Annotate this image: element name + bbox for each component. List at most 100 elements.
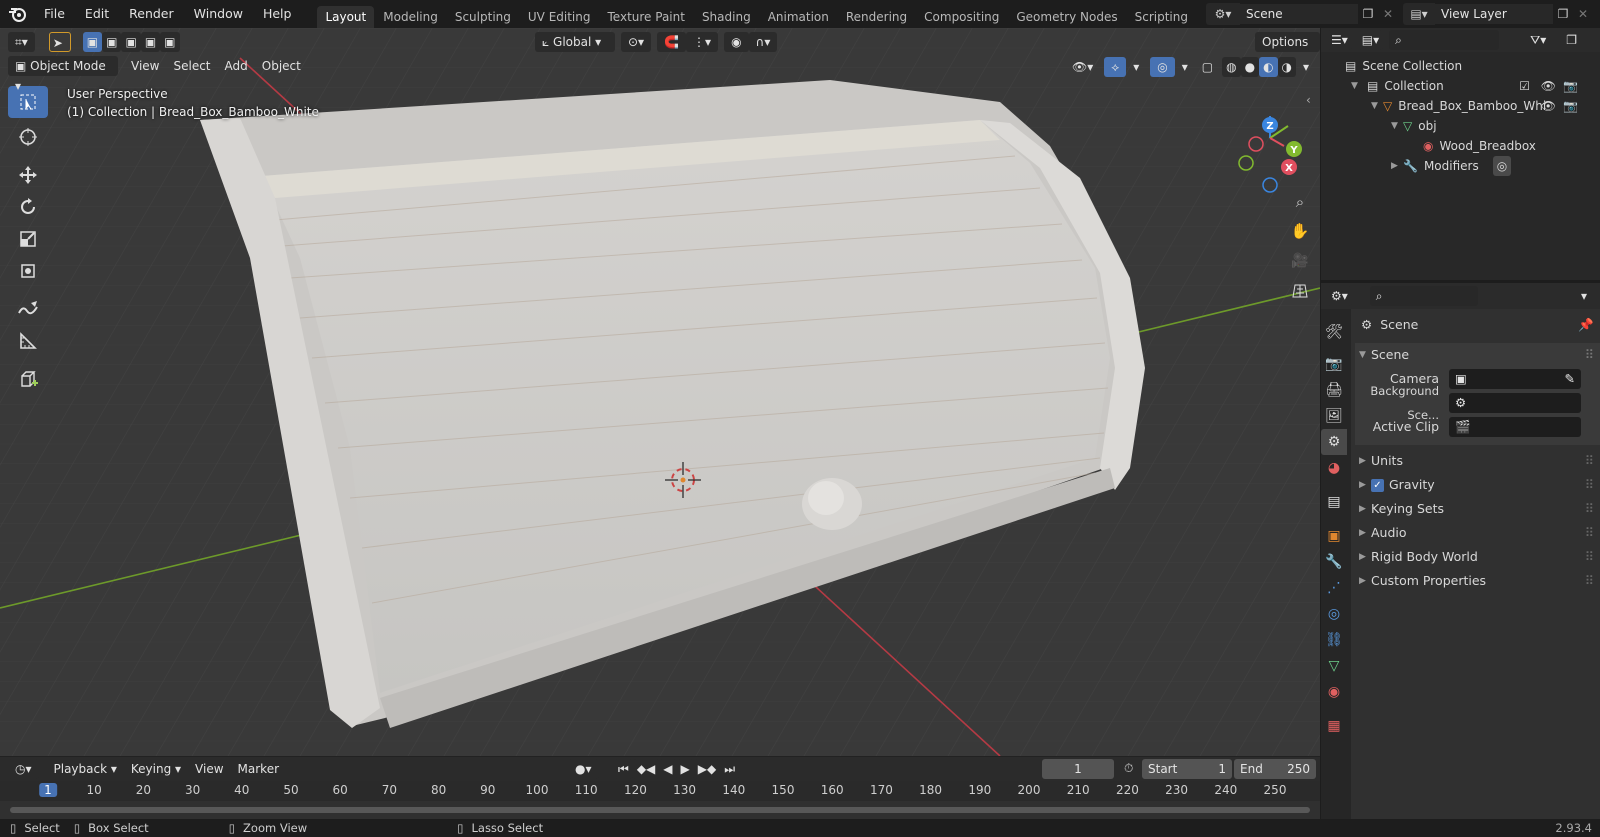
expand-triangle-icon[interactable]: ▶ xyxy=(1359,497,1371,521)
rotate-tool[interactable] xyxy=(8,191,48,223)
scale-tool[interactable] xyxy=(8,223,48,255)
end-frame-field[interactable]: End 250 xyxy=(1234,759,1316,779)
perspective-toggle-icon[interactable] xyxy=(1286,276,1314,306)
custom-properties-panel-header[interactable]: ▶ Custom Properties ⠿ xyxy=(1355,569,1600,593)
expand-triangle-icon[interactable]: ▶ xyxy=(1359,545,1371,569)
view-layer-tab-icon[interactable]: 🖼 xyxy=(1321,403,1347,429)
eyedropper-icon[interactable]: ✎ xyxy=(1565,369,1575,389)
world-tab-icon[interactable]: ◕ xyxy=(1321,455,1347,481)
3d-viewport[interactable]: User Perspective (1) Collection | Bread_… xyxy=(0,28,1320,756)
select-new-icon[interactable]: ▣ xyxy=(82,32,103,52)
active-clip-field[interactable]: 🎬 xyxy=(1449,417,1581,437)
tab-geometry-nodes[interactable]: Geometry Nodes xyxy=(1008,6,1125,28)
outliner-material[interactable]: ◉ Wood_Breadbox xyxy=(1321,136,1600,156)
annotate-tool[interactable] xyxy=(8,293,48,325)
camera-icon[interactable]: 📷 xyxy=(1563,96,1578,116)
overlay-dropdown-icon[interactable]: ▾ xyxy=(1175,57,1195,77)
editor-type-icon[interactable]: ⌗▾ xyxy=(8,32,35,52)
collapse-triangle-icon[interactable]: ▼ xyxy=(1359,343,1371,367)
properties-editor-type-icon[interactable]: ⚙▾ xyxy=(1327,286,1352,306)
menu-timeline-view[interactable]: View xyxy=(188,759,230,779)
tab-layout[interactable]: Layout xyxy=(317,6,375,28)
material-shading-icon[interactable]: ◐ xyxy=(1259,57,1278,77)
move-tool[interactable] xyxy=(8,159,48,191)
menu-help[interactable]: Help xyxy=(253,0,302,28)
menu-playback[interactable]: Playback ▾ xyxy=(47,759,124,779)
current-frame-marker[interactable]: 1 xyxy=(39,783,57,797)
drag-handle-icon[interactable]: ⠿ xyxy=(1585,569,1594,593)
delete-scene-icon[interactable]: ✕ xyxy=(1378,3,1398,25)
menu-render[interactable]: Render xyxy=(119,0,184,28)
solid-shading-icon[interactable]: ● xyxy=(1240,57,1260,77)
drag-handle-icon[interactable]: ⠿ xyxy=(1585,473,1594,497)
expand-triangle-icon[interactable]: ▶ xyxy=(1359,473,1371,497)
visibility-icon[interactable]: 👁▾ xyxy=(1065,57,1100,77)
display-mode-icon[interactable]: ▤▾ xyxy=(1357,30,1384,50)
eye-icon[interactable]: 👁 xyxy=(1541,96,1556,116)
menu-view[interactable]: View xyxy=(124,56,166,76)
modifier-badge-icon[interactable]: ◎ xyxy=(1492,156,1512,176)
rigid-body-world-panel-header[interactable]: ▶ Rigid Body World ⠿ xyxy=(1355,545,1600,569)
timeline-scrollbar[interactable] xyxy=(10,807,1310,813)
constraints-tab-icon[interactable]: ⛓ xyxy=(1321,627,1347,653)
output-tab-icon[interactable]: 🖨 xyxy=(1321,377,1347,403)
play-reverse-icon[interactable]: ◀ xyxy=(659,759,677,779)
jump-end-icon[interactable]: ⏭ xyxy=(720,759,740,779)
select-subtract-icon[interactable]: ▣ xyxy=(121,32,141,52)
tab-sculpting[interactable]: Sculpting xyxy=(447,6,519,28)
timeline-editor-type-icon[interactable]: ◷▾ xyxy=(8,759,39,779)
menu-keying[interactable]: Keying ▾ xyxy=(124,759,188,779)
keying-sets-panel-header[interactable]: ▶ Keying Sets ⠿ xyxy=(1355,497,1600,521)
scene-tab-icon[interactable]: ⚙ xyxy=(1321,429,1347,455)
prev-keyframe-icon[interactable]: ◆◀ xyxy=(632,759,660,779)
preview-range-icon[interactable]: ⏱ xyxy=(1124,761,1133,776)
options-dropdown[interactable]: Options ▾ xyxy=(1255,32,1320,69)
expand-triangle-icon[interactable]: ▼ xyxy=(1371,96,1383,116)
material-tab-icon[interactable]: ◉ xyxy=(1321,679,1347,705)
start-frame-field[interactable]: Start 1 xyxy=(1142,759,1232,779)
camera-icon[interactable]: 📷 xyxy=(1563,76,1578,96)
jump-start-icon[interactable]: ⏮ xyxy=(614,759,633,779)
menu-marker[interactable]: Marker xyxy=(231,759,286,779)
outliner-search-input[interactable]: ⌕ xyxy=(1389,30,1500,50)
scene-name-field[interactable]: Scene xyxy=(1240,4,1358,24)
tab-modeling[interactable]: Modeling xyxy=(375,6,446,28)
outliner-editor-type-icon[interactable]: ☰▾ xyxy=(1327,30,1352,50)
drag-handle-icon[interactable]: ⠿ xyxy=(1585,497,1594,521)
render-tab-icon[interactable]: 📷 xyxy=(1321,351,1347,377)
snap-target-icon[interactable]: ⋮▾ xyxy=(686,32,719,52)
particles-tab-icon[interactable]: ⋰ xyxy=(1321,575,1347,601)
camera-view-icon[interactable]: 🎥 xyxy=(1286,246,1314,276)
scene-icon[interactable]: ⚙▾ xyxy=(1206,3,1240,25)
gravity-panel-header[interactable]: ▶ ✓ Gravity ⠿ xyxy=(1355,473,1600,497)
menu-object[interactable]: Object xyxy=(255,56,308,76)
measure-tool[interactable] xyxy=(8,325,48,357)
transform-tool[interactable] xyxy=(8,255,48,287)
drag-handle-icon[interactable]: ⠿ xyxy=(1585,449,1594,473)
select-invert-icon[interactable]: ▣ xyxy=(140,32,161,52)
tab-uv-editing[interactable]: UV Editing xyxy=(520,6,599,28)
scene-panel-header[interactable]: ▼ Scene ⠿ xyxy=(1355,343,1600,367)
view-layer-field[interactable]: View Layer xyxy=(1435,4,1553,24)
gizmo-dropdown-icon[interactable]: ▾ xyxy=(1126,57,1146,77)
auto-keying-icon[interactable]: ●▾ xyxy=(568,759,599,779)
expand-triangle-icon[interactable]: ▼ xyxy=(1391,116,1403,136)
expand-triangle-icon[interactable]: ▶ xyxy=(1359,521,1371,545)
eye-icon[interactable]: 👁 xyxy=(1541,76,1556,96)
background-scene-field[interactable]: ⚙ xyxy=(1449,393,1581,413)
select-intersect-icon[interactable]: ▣ xyxy=(160,32,180,52)
outliner-scene-collection[interactable]: ▤ Scene Collection xyxy=(1321,56,1600,76)
audio-panel-header[interactable]: ▶ Audio ⠿ xyxy=(1355,521,1600,545)
collection-tab-icon[interactable]: ▤ xyxy=(1321,489,1347,515)
cursor-tool[interactable] xyxy=(8,121,48,153)
pivot-point-icon[interactable]: ⊙▾ xyxy=(621,32,652,52)
new-view-layer-icon[interactable]: ❐ xyxy=(1553,3,1573,25)
object-mode-dropdown[interactable]: ▣ Object Mode ▾ xyxy=(8,56,118,93)
texture-tab-icon[interactable]: ▦ xyxy=(1321,713,1347,739)
physics-tab-icon[interactable]: ◎ xyxy=(1321,601,1347,627)
navigation-gizmo[interactable]: Z Y X xyxy=(1230,86,1310,196)
expand-triangle-icon[interactable]: ▶ xyxy=(1359,449,1371,473)
current-frame-field[interactable]: 1 xyxy=(1042,759,1114,779)
select-box-tool[interactable] xyxy=(8,86,48,118)
camera-field[interactable]: ▣ ✎ xyxy=(1449,369,1581,389)
